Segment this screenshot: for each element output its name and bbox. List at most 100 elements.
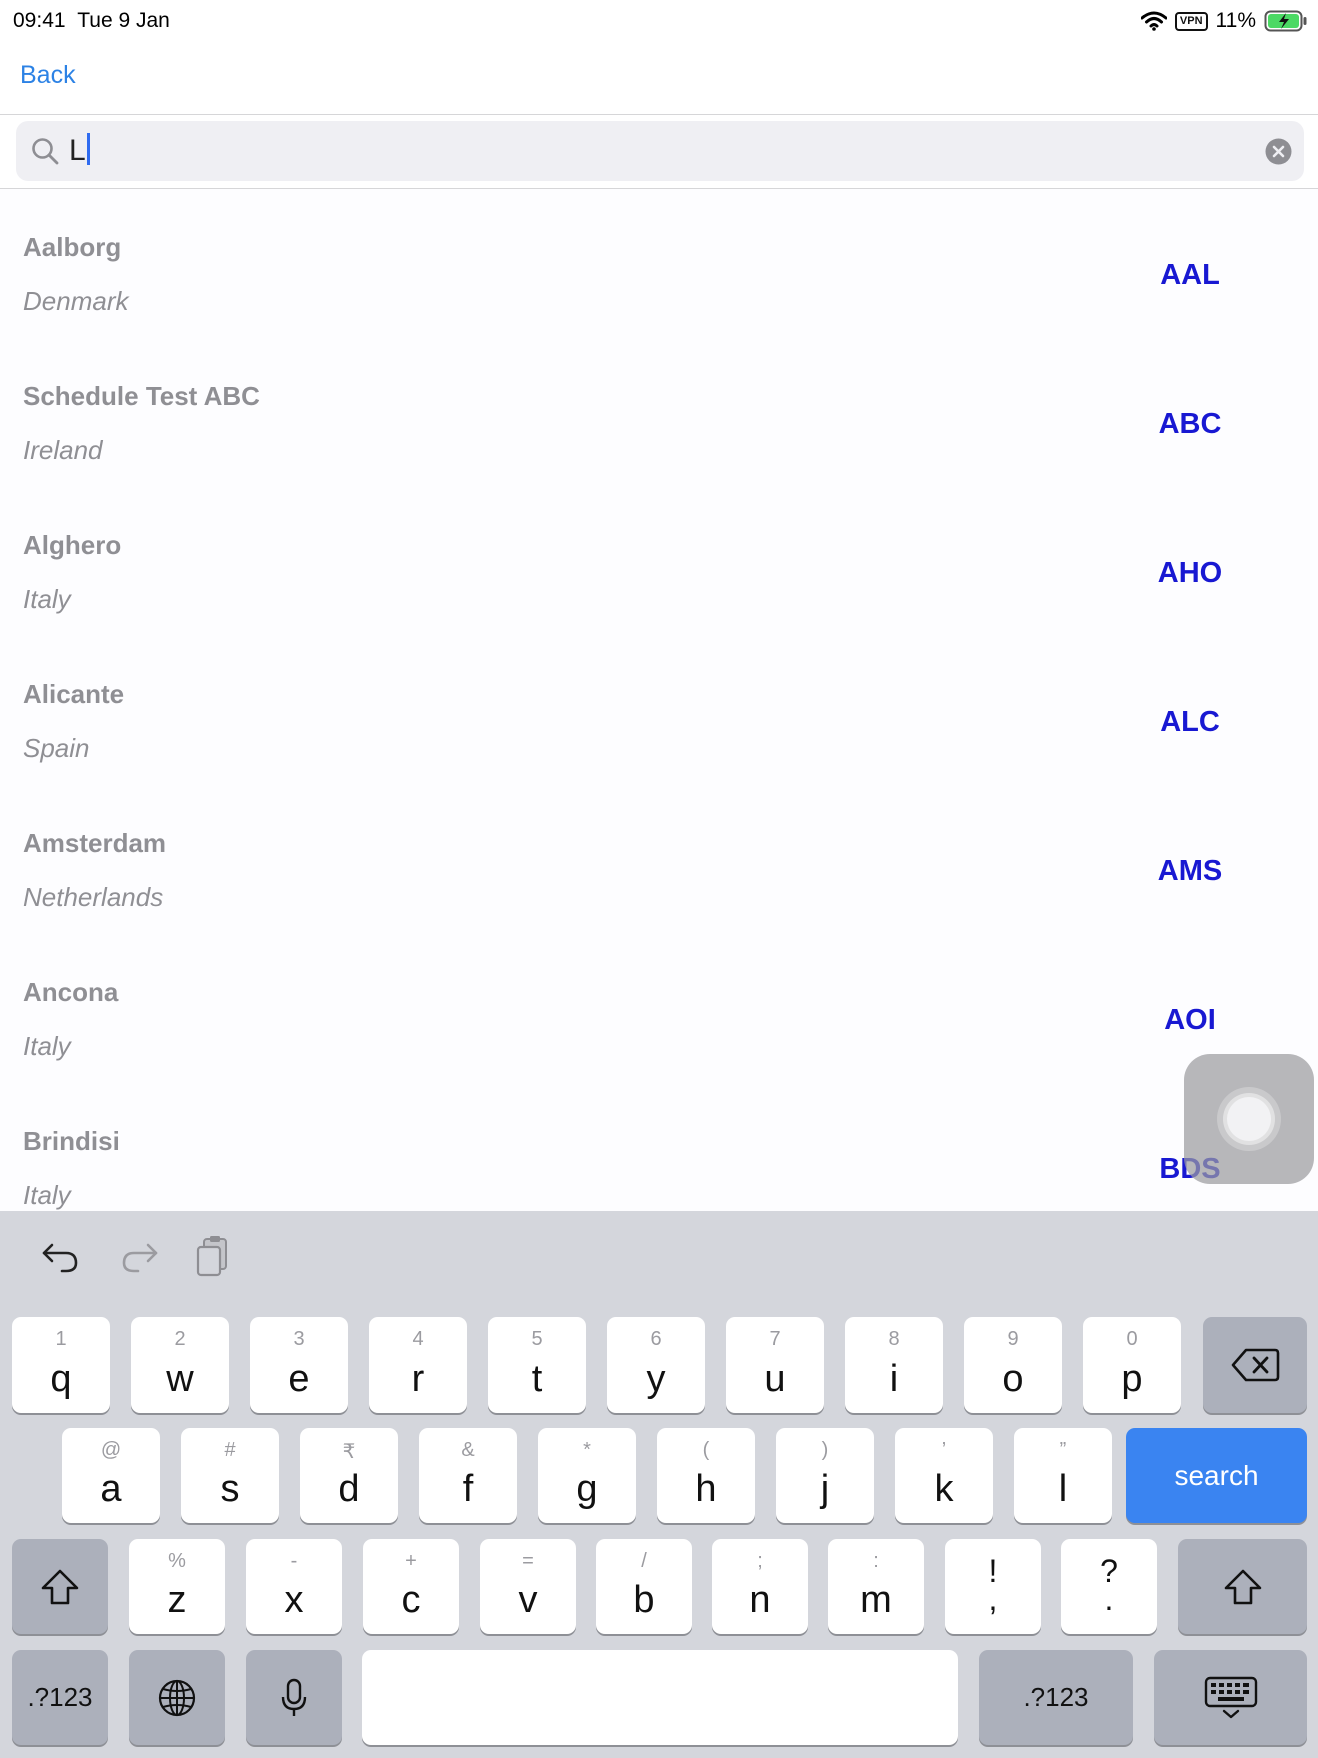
key-hint: 6: [650, 1328, 662, 1350]
undo-icon[interactable]: [36, 1231, 86, 1281]
numbers-key-left[interactable]: .?123: [12, 1650, 108, 1745]
key-label: u: [764, 1358, 786, 1400]
airport-row[interactable]: Amsterdam Netherlands AMS: [0, 785, 1318, 934]
key-f[interactable]: & f: [419, 1428, 517, 1523]
key-hint: ₹: [342, 1441, 356, 1463]
search-input-value[interactable]: L: [69, 133, 90, 168]
shift-icon: [41, 1569, 79, 1604]
key-exclamation-comma[interactable]: !,: [945, 1539, 1041, 1634]
shift-key-right[interactable]: [1178, 1539, 1307, 1634]
numbers-key-right[interactable]: .?123: [979, 1650, 1133, 1745]
key-label: n: [749, 1579, 771, 1621]
key-label: c: [401, 1579, 421, 1621]
key-hint: 9: [1007, 1328, 1019, 1350]
airport-code: AAL: [1160, 259, 1220, 291]
airport-code: AOI: [1164, 1004, 1216, 1036]
key-z[interactable]: % z: [129, 1539, 225, 1634]
airport-name: Alghero: [23, 530, 122, 560]
keyboard-dismiss-icon: [1204, 1676, 1257, 1718]
key-hint: 7: [769, 1328, 781, 1350]
key-hint: 2: [174, 1328, 186, 1350]
key-label: y: [646, 1358, 666, 1400]
key-p[interactable]: 0p: [1083, 1317, 1181, 1413]
key-v[interactable]: = v: [480, 1539, 576, 1634]
key-r[interactable]: 4r: [369, 1317, 467, 1413]
clear-search-icon[interactable]: [1265, 138, 1292, 165]
text-caret: [86, 133, 90, 165]
search-input[interactable]: L: [16, 121, 1304, 181]
key-x[interactable]: -x: [246, 1539, 342, 1634]
key-g[interactable]: * g: [538, 1428, 636, 1523]
key-s[interactable]: # s: [181, 1428, 279, 1523]
globe-key[interactable]: [129, 1650, 225, 1745]
key-t[interactable]: 5t: [488, 1317, 586, 1413]
numbers-key-content: .?123: [979, 1650, 1133, 1745]
airport-row[interactable]: Alicante Spain ALC: [0, 636, 1318, 785]
key-q[interactable]: 1q: [12, 1317, 110, 1413]
key-y[interactable]: 6y: [607, 1317, 705, 1413]
key-c[interactable]: + c: [363, 1539, 459, 1634]
key-label: h: [695, 1468, 717, 1510]
key-hint: =: [522, 1550, 534, 1572]
redo-icon[interactable]: [114, 1231, 164, 1281]
key-label: a: [100, 1468, 122, 1510]
shift-key-left[interactable]: [12, 1539, 108, 1634]
shift-icon: [1224, 1569, 1261, 1604]
airport-row[interactable]: Ancona Italy AOI: [0, 934, 1318, 1083]
airport-row[interactable]: Schedule Test ABC Ireland ABC: [0, 338, 1318, 487]
key-hint: 4: [412, 1328, 424, 1350]
airport-country: Ireland: [23, 435, 103, 465]
paste-icon[interactable]: [190, 1231, 240, 1281]
battery-charging-icon: [1264, 10, 1307, 32]
key-label: r: [411, 1358, 425, 1400]
numbers-key-content: .?123: [12, 1650, 108, 1745]
back-button[interactable]: Back: [20, 61, 76, 90]
key-hint: &: [461, 1439, 475, 1461]
assistive-touch-dot: [1227, 1097, 1271, 1141]
search-key[interactable]: search: [1126, 1428, 1307, 1523]
key-d[interactable]: ₹ d: [300, 1428, 398, 1523]
assistive-touch-button[interactable]: [1184, 1054, 1314, 1184]
date-text: Tue 9 Jan: [77, 9, 170, 32]
airport-row[interactable]: Brindisi Italy BDS: [0, 1083, 1318, 1211]
key-m[interactable]: :m: [828, 1539, 924, 1634]
key-k[interactable]: ’ k: [895, 1428, 993, 1523]
airport-row[interactable]: Alghero Italy AHO: [0, 487, 1318, 636]
space-key[interactable]: [362, 1650, 958, 1745]
key-u[interactable]: 7u: [726, 1317, 824, 1413]
key-question-period[interactable]: ?.: [1061, 1539, 1157, 1634]
key-label: i: [889, 1358, 899, 1400]
key-label: g: [576, 1468, 598, 1510]
airport-name: Alicante: [23, 679, 125, 709]
key-o[interactable]: 9o: [964, 1317, 1062, 1413]
key-label: b: [633, 1579, 655, 1621]
microphone-icon: [281, 1678, 307, 1716]
key-l[interactable]: ” l: [1014, 1428, 1112, 1523]
key-hint: ): [821, 1439, 829, 1461]
key-hint: /: [641, 1550, 647, 1572]
airport-code: AMS: [1157, 855, 1223, 887]
key-a[interactable]: @ a: [62, 1428, 160, 1523]
key-label-bottom: ,: [988, 1581, 998, 1617]
dismiss-keyboard-key[interactable]: [1154, 1650, 1307, 1745]
key-label: z: [167, 1579, 187, 1621]
status-indicators: VPN 11%: [1140, 8, 1308, 34]
key-n[interactable]: ; n: [712, 1539, 808, 1634]
key-hint: @: [100, 1439, 122, 1461]
delete-key[interactable]: [1203, 1317, 1307, 1413]
dictation-key[interactable]: [246, 1650, 342, 1745]
key-w[interactable]: 2w: [131, 1317, 229, 1413]
airport-name: Brindisi: [23, 1126, 120, 1156]
key-i[interactable]: 8i: [845, 1317, 943, 1413]
vpn-badge: VPN: [1174, 11, 1208, 31]
globe-icon: [158, 1679, 196, 1716]
airport-name: Aalborg: [23, 232, 122, 262]
key-b[interactable]: / b: [596, 1539, 692, 1634]
key-j[interactable]: ) j: [776, 1428, 874, 1523]
airport-list: Aalborg Denmark AAL Schedule Test ABC Ir…: [0, 189, 1318, 1211]
key-e[interactable]: 3e: [250, 1317, 348, 1413]
search-key-label: search: [1174, 1459, 1259, 1491]
airport-row[interactable]: Aalborg Denmark AAL: [0, 189, 1318, 338]
search-icon: [32, 138, 59, 165]
key-h[interactable]: (h: [657, 1428, 755, 1523]
